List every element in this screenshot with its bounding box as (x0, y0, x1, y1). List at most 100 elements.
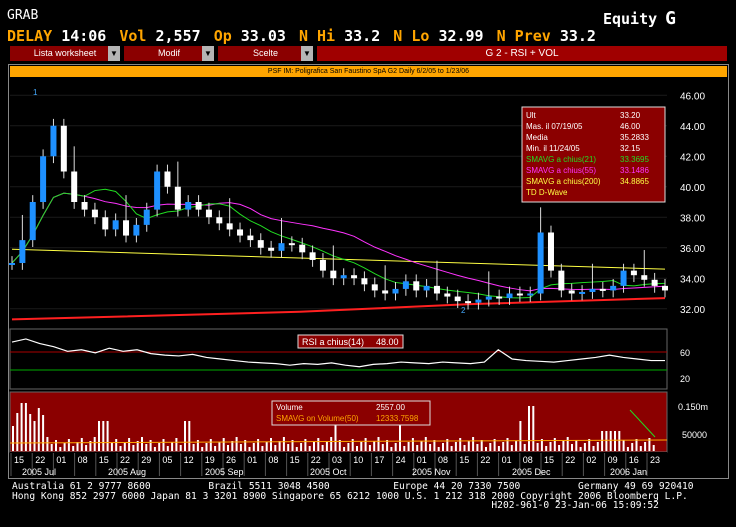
volume-bar (626, 447, 629, 451)
candle-body (444, 293, 451, 297)
candle-body (40, 156, 47, 202)
volume-bar (55, 440, 57, 451)
volume-bar (128, 438, 131, 451)
volume-bar (72, 446, 75, 451)
volume-bar (261, 446, 264, 451)
volume-bar (119, 446, 122, 451)
volume-bar (575, 440, 578, 451)
volume-bar (227, 445, 229, 451)
candle-body (340, 275, 347, 279)
volume-bar (304, 439, 307, 451)
volume-bar (287, 444, 290, 451)
volume-bar (141, 437, 143, 451)
volume-bar (571, 444, 573, 451)
volume-bar (192, 444, 195, 451)
volume-bar (80, 438, 83, 451)
volume-bar (549, 442, 552, 451)
volume-bar (201, 447, 204, 451)
candle-body (102, 217, 109, 230)
x-axis-day-label: 16 (629, 455, 639, 465)
price-axis-label: 32.00 (680, 305, 705, 316)
volume-bar (42, 415, 45, 451)
volume-bar (356, 446, 358, 451)
stats-row-label: Min. il 11/24/05 (526, 144, 580, 153)
x-axis-day-label: 22 (311, 455, 321, 465)
volume-bar (166, 446, 169, 451)
volume-bar (270, 438, 272, 451)
volume-bar (368, 445, 371, 451)
x-axis-day-label: 15 (459, 455, 469, 465)
x-axis-day-label: 22 (35, 455, 45, 465)
volume-axis-mid: 50000 (682, 430, 707, 440)
candle-body (610, 285, 617, 291)
candle-body (257, 240, 264, 248)
volume-bar (583, 443, 586, 451)
x-axis-month-label: 2005 Jul (22, 467, 56, 477)
volume-bar (566, 437, 569, 451)
candle-body (319, 259, 326, 271)
candle-body (268, 247, 275, 251)
candle-body (133, 224, 140, 236)
volume-bar (132, 445, 135, 451)
price-axis-label: 36.00 (680, 244, 705, 255)
x-axis-day-label: 08 (523, 455, 533, 465)
volume-bar (123, 442, 126, 451)
volume-bar (553, 438, 556, 451)
volume-bar (295, 447, 298, 451)
x-axis-month-label: 2005 Oct (310, 467, 347, 477)
volume-bar (390, 447, 393, 451)
volume-bar (16, 413, 19, 451)
candle-body (547, 232, 554, 271)
x-axis-day-label: 22 (480, 455, 490, 465)
stats-row-value: 34.8865 (620, 177, 649, 186)
volume-bar (609, 431, 612, 451)
x-axis-day-label: 17 (374, 455, 384, 465)
volume-bar (614, 431, 616, 451)
volume-bar (442, 443, 444, 451)
x-axis-month-label: 2005 Dec (512, 467, 551, 477)
rsi-axis-20: 20 (680, 374, 690, 384)
stats-row-label: TD D-Wave (526, 188, 568, 197)
volume-bar (506, 438, 509, 451)
volume-bar (158, 443, 161, 451)
volume-bar (257, 439, 260, 451)
volume-bar (300, 443, 303, 451)
x-axis-day-label: 22 (565, 455, 575, 465)
x-axis-month-label: 2005 Sep (205, 467, 244, 477)
volume-sma-label: SMAVG on Volume(50) (276, 414, 359, 423)
volume-bar (317, 438, 320, 451)
volume-bar (652, 445, 655, 451)
stats-row-label: Ult (526, 111, 537, 120)
volume-bar (110, 443, 113, 451)
volume-bar (102, 421, 105, 451)
candle-body (288, 243, 295, 246)
volume-bar (416, 445, 419, 451)
volume-bar (592, 446, 595, 451)
volume-bar (360, 442, 363, 451)
x-axis-day-label: 22 (120, 455, 130, 465)
volume-bar (489, 443, 492, 451)
volume-bar (149, 440, 152, 451)
x-axis-day-label: 08 (438, 455, 448, 465)
volume-bar (153, 447, 156, 451)
volume-bar (274, 445, 277, 451)
volume-bar (523, 444, 526, 451)
x-axis-day-label: 15 (290, 455, 300, 465)
volume-bar (519, 421, 522, 451)
volume-bar (532, 406, 535, 451)
volume-bar (480, 440, 483, 451)
stats-row-value: 32.15 (620, 144, 641, 153)
price-axis-label: 46.00 (680, 91, 705, 102)
candle-body (91, 209, 98, 218)
volume-bar (601, 431, 604, 451)
price-axis-label: 34.00 (680, 274, 705, 285)
volume-bar (618, 431, 621, 451)
volume-bar (308, 446, 311, 451)
volume-bar (29, 414, 32, 451)
volume-bar (162, 439, 165, 451)
volume-bar (459, 438, 462, 451)
volume-bar (278, 441, 281, 451)
volume-bar (377, 437, 380, 451)
candle-body (19, 240, 26, 263)
volume-bar (59, 447, 62, 451)
